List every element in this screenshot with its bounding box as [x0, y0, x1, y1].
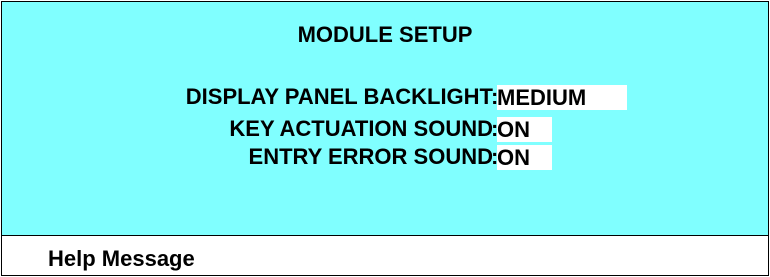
display-panel-backlight-label: DISPLAY PANEL BACKLIGHT [185, 84, 493, 109]
display-panel-backlight-value-field[interactable]: MEDIUM [497, 85, 627, 110]
entry-error-sound-label: ENTRY ERROR SOUND [248, 144, 493, 169]
setting-row-key-actuation-sound: KEY ACTUATION SOUND : ON [2, 116, 768, 142]
key-actuation-sound-label: KEY ACTUATION SOUND [229, 116, 493, 141]
module-setup-window: MODULE SETUP DISPLAY PANEL BACKLIGHT : M… [1, 1, 769, 276]
key-actuation-sound-value-field[interactable]: ON [497, 117, 552, 142]
help-message-label: Help Message [48, 246, 195, 271]
setting-row-display-panel-backlight: DISPLAY PANEL BACKLIGHT : MEDIUM [2, 84, 768, 110]
page-title: MODULE SETUP [297, 22, 473, 47]
entry-error-sound-value-field[interactable]: ON [497, 145, 552, 170]
help-message-area: Help Message [2, 236, 768, 275]
setting-row-entry-error-sound: ENTRY ERROR SOUND : ON [2, 144, 768, 170]
setup-panel: MODULE SETUP DISPLAY PANEL BACKLIGHT : M… [2, 2, 768, 236]
